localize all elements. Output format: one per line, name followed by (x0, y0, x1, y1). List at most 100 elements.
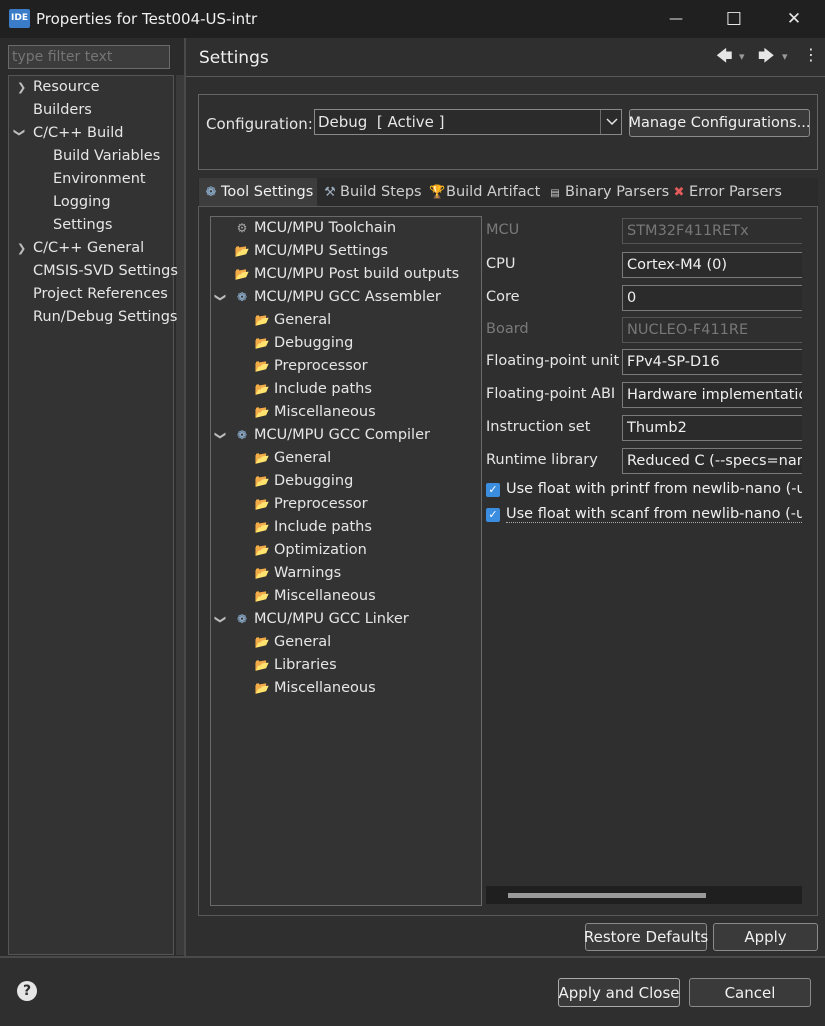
instruction-set-select[interactable]: Thumb2 (622, 415, 802, 441)
sidebar-item-project-references[interactable]: Project References (33, 283, 168, 305)
tab-tool-settings[interactable]: ❁ Tool Settings (199, 178, 317, 206)
minimize-button[interactable]: — (647, 0, 705, 38)
folder-icon: 📂 (254, 451, 270, 465)
runtime-library-label: Runtime library (486, 452, 598, 468)
tree-item-asm-preprocessor[interactable]: 📂 Preprocessor (254, 355, 368, 377)
panel-divider[interactable] (184, 38, 186, 956)
chevron-down-icon (605, 118, 618, 126)
sidebar-item-cpp-build[interactable]: C/C++ Build (33, 122, 123, 144)
tab-build-artifact[interactable]: 🏆Build Artifact (429, 178, 540, 206)
tree-item-ld-libraries[interactable]: 📂 Libraries (254, 654, 337, 676)
tab-build-steps[interactable]: ⚒ Build Steps (323, 178, 421, 206)
filter-input[interactable] (8, 45, 170, 69)
forward-arrow-icon[interactable]: 🡆 (758, 45, 775, 72)
instruction-set-label: Instruction set (486, 419, 591, 435)
chevron-down-icon[interactable]: ❯ (214, 615, 227, 624)
tree-item-toolchain[interactable]: ⚙ MCU/MPU Toolchain (234, 217, 396, 239)
header-divider (186, 76, 825, 77)
bottom-separator (0, 956, 825, 958)
folder-icon: 📂 (254, 497, 270, 511)
printf-float-label[interactable]: Use float with printf from newlib-nano (… (506, 481, 802, 497)
folder-icon: 📂 (234, 244, 250, 258)
sidebar-item-resource[interactable]: Resource (33, 76, 100, 98)
tab-error-parsers[interactable]: ✖ Error Parsers (672, 178, 782, 206)
dropdown-arrow[interactable] (600, 110, 622, 134)
back-arrow-icon[interactable]: 🡄 (716, 45, 733, 72)
tree-item-ld-general[interactable]: 📂 General (254, 631, 332, 653)
sidebar-item-cmsis-svd[interactable]: CMSIS-SVD Settings (33, 260, 178, 282)
fpabi-label: Floating-point ABI (486, 386, 616, 402)
chevron-down-icon[interactable]: ❯ (13, 128, 26, 137)
tree-item-cc-miscellaneous[interactable]: 📂 Miscellaneous (254, 585, 376, 607)
tree-item-asm-general[interactable]: 📂 General (254, 309, 332, 331)
tree-item-post-build[interactable]: 📂 MCU/MPU Post build outputs (234, 263, 460, 285)
window-title: Properties for Test004-US-intr (36, 10, 258, 28)
fpu-select[interactable]: FPv4-SP-D16 (622, 349, 802, 375)
configuration-label: Configuration: (206, 115, 313, 133)
tool-settings-tree (210, 216, 482, 906)
core-select[interactable]: 0 (622, 285, 802, 311)
view-menu-icon[interactable]: ⋮ (803, 45, 819, 64)
sidebar-item-build-variables[interactable]: Build Variables (53, 145, 160, 167)
tree-item-asm-miscellaneous[interactable]: 📂 Miscellaneous (254, 401, 376, 423)
manage-configurations-button[interactable]: Manage Configurations... (629, 109, 810, 137)
trophy-icon: 🏆 (429, 185, 446, 200)
apply-button[interactable]: Apply (713, 923, 818, 951)
page-title: Settings (199, 48, 269, 68)
scanf-float-checkbox[interactable]: ✓ (486, 508, 500, 522)
tree-item-mcu-settings[interactable]: 📂 MCU/MPU Settings (234, 240, 389, 262)
sidebar-item-run-debug[interactable]: Run/Debug Settings (33, 306, 177, 328)
tree-item-cc-optimization[interactable]: 📂 Optimization (254, 539, 367, 561)
maximize-button[interactable]: ☐ (705, 0, 763, 38)
tree-item-cc-include-paths[interactable]: 📂 Include paths (254, 516, 372, 538)
sidebar-item-environment[interactable]: Environment (53, 168, 146, 190)
sidebar-item-cpp-general[interactable]: C/C++ General (33, 237, 144, 259)
help-icon[interactable]: ? (17, 981, 37, 1001)
scrollbar-thumb[interactable] (508, 893, 706, 898)
close-icon: ✕ (786, 9, 802, 29)
chevron-down-icon[interactable]: ❯ (214, 293, 227, 302)
folder-icon: 📂 (254, 359, 270, 373)
tree-item-cc-general[interactable]: 📂 General (254, 447, 332, 469)
mcu-label: MCU (486, 222, 520, 238)
cancel-button[interactable]: Cancel (689, 978, 811, 1007)
tree-item-linker[interactable]: ❁ MCU/MPU GCC Linker (234, 608, 409, 630)
forward-dropdown-icon[interactable]: ▾ (782, 50, 788, 63)
tree-item-compiler[interactable]: ❁ MCU/MPU GCC Compiler (234, 424, 430, 446)
apply-and-close-button[interactable]: Apply and Close (558, 978, 680, 1007)
left-scrollbar[interactable] (176, 75, 184, 955)
close-button[interactable]: ✕ (765, 0, 823, 38)
tree-item-cc-preprocessor[interactable]: 📂 Preprocessor (254, 493, 368, 515)
folder-icon: 📂 (254, 681, 270, 695)
folder-icon: 📂 (254, 382, 270, 396)
core-label: Core (486, 289, 520, 305)
tree-item-asm-debugging[interactable]: 📂 Debugging (254, 332, 354, 354)
folder-icon: 📂 (254, 566, 270, 580)
chevron-down-icon[interactable]: ❯ (214, 431, 227, 440)
fpabi-select[interactable]: Hardware implementation (622, 382, 802, 408)
error-icon: ✖ (673, 185, 685, 200)
cpu-select[interactable]: Cortex-M4 (0) (622, 252, 802, 278)
toolchain-icon: ⚙ (236, 221, 248, 235)
tree-item-assembler[interactable]: ❁ MCU/MPU GCC Assembler (234, 286, 441, 308)
sidebar-item-builders[interactable]: Builders (33, 99, 92, 121)
printf-float-checkbox[interactable]: ✓ (486, 483, 500, 497)
back-dropdown-icon[interactable]: ▾ (739, 50, 745, 63)
folder-icon: 📂 (234, 267, 250, 281)
tree-item-cc-debugging[interactable]: 📂 Debugging (254, 470, 354, 492)
chevron-right-icon[interactable]: ❯ (17, 242, 26, 255)
binary-icon: ▤ (550, 188, 560, 199)
tree-item-cc-warnings[interactable]: 📂 Warnings (254, 562, 342, 584)
sidebar-item-logging[interactable]: Logging (53, 191, 111, 213)
maximize-icon: ☐ (725, 8, 743, 30)
scanf-float-label[interactable]: Use float with scanf from newlib-nano (-… (506, 506, 802, 523)
folder-icon: 📂 (254, 635, 270, 649)
runtime-library-select[interactable]: Reduced C (--specs=nano (622, 448, 802, 474)
tree-item-ld-miscellaneous[interactable]: 📂 Miscellaneous (254, 677, 376, 699)
folder-icon: 📂 (254, 336, 270, 350)
tab-binary-parsers[interactable]: ▤ Binary Parsers (548, 178, 669, 206)
tree-item-asm-include-paths[interactable]: 📂 Include paths (254, 378, 372, 400)
restore-defaults-button[interactable]: Restore Defaults (584, 923, 708, 951)
sidebar-item-settings[interactable]: Settings (53, 214, 112, 236)
chevron-right-icon[interactable]: ❯ (17, 81, 26, 94)
